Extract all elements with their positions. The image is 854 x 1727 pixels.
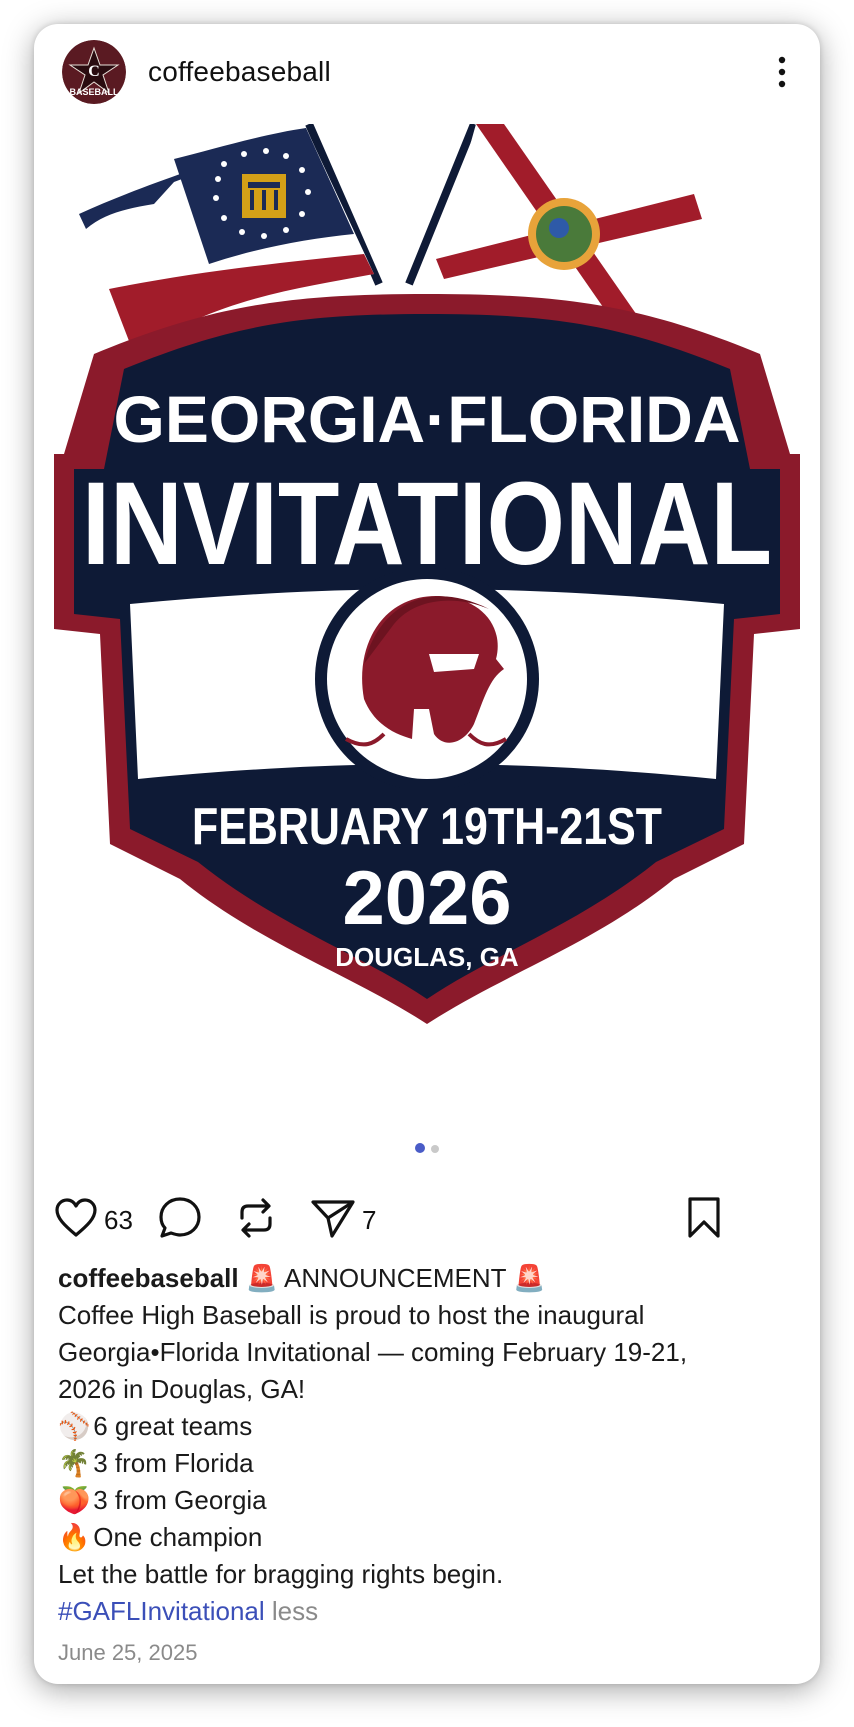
image-year: 2026 [342,856,511,941]
image-location: DOUGLAS, GA [335,942,519,972]
image-line1: GEORGIA·FLORIDA [114,382,741,456]
bullet-text: 6 great teams [93,1411,253,1441]
share-button[interactable]: 7 [310,1190,376,1250]
avatar-text: BASEBALL [70,87,120,97]
carousel-dot-active [415,1143,425,1153]
action-bar: 63 7 [34,1190,820,1250]
post-image[interactable]: GEORGIA·FLORIDA INVITATIONAL FEBRUARY 19… [34,122,820,1134]
caption-line: Georgia•Florida Invitational — coming Fe… [58,1337,688,1367]
caption-username[interactable]: coffeebaseball [58,1263,239,1293]
heart-icon [54,1197,98,1243]
caption-line: 2026 in Douglas, GA! [58,1374,306,1404]
bookmark-button[interactable] [684,1190,724,1250]
avatar-letter: C [88,63,100,80]
caption-line: Coffee High Baseball is proud to host th… [58,1300,645,1330]
caption-line: Let the battle for bragging rights begin… [58,1559,504,1589]
bookmark-icon [684,1196,724,1245]
peach-icon: 🍑 [58,1485,91,1515]
carousel-indicator [34,1140,820,1154]
caption-bullet: 🍑 3 from Georgia [58,1482,798,1519]
hashtag-link[interactable]: #GAFLInvitational [58,1596,265,1626]
like-count: 63 [104,1204,133,1235]
comment-icon [158,1196,202,1245]
bullet-text: 3 from Georgia [93,1485,267,1515]
carousel-dot [431,1145,439,1153]
comment-button[interactable] [158,1190,202,1250]
bullet-text: 3 from Florida [93,1448,254,1478]
baseball-icon: ⚾ [58,1411,91,1441]
like-button[interactable]: 63 [54,1190,133,1250]
caption-bullet: 🌴 3 from Florida [58,1445,798,1482]
fire-icon: 🔥 [58,1522,91,1552]
share-count: 7 [362,1204,377,1235]
palm-tree-icon: 🌴 [58,1448,91,1478]
post-date: June 25, 2025 [58,1640,198,1665]
image-line2: INVITATIONAL [82,458,772,590]
less-button[interactable]: less [272,1596,318,1626]
post-header: C BASEBALL coffeebaseball [34,24,820,124]
bullet-text: One champion [93,1522,263,1552]
more-vertical-icon[interactable] [772,52,792,92]
caption-bullet: ⚾ 6 great teams [58,1408,798,1445]
avatar[interactable]: C BASEBALL [62,40,126,104]
repost-button[interactable] [234,1190,278,1250]
caption-headline: 🚨 ANNOUNCEMENT 🚨 [245,1263,546,1293]
image-dates: FEBRUARY 19TH-21ST [192,798,662,856]
post-card: C BASEBALL coffeebaseball GEORGIA·FLORID… [34,24,820,1684]
caption-bullet: 🔥 One champion [58,1519,798,1556]
post-caption: coffeebaseball 🚨 ANNOUNCEMENT 🚨 Coffee H… [58,1260,798,1630]
repost-icon [234,1196,278,1245]
post-username[interactable]: coffeebaseball [148,56,331,88]
send-icon [310,1196,356,1245]
